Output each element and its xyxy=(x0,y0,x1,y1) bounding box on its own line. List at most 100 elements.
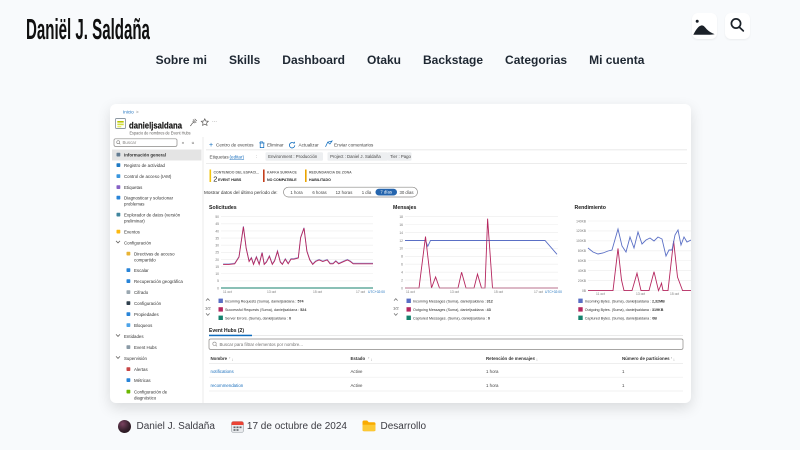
svg-text:12 horas: 12 horas xyxy=(336,190,353,195)
svg-text:Mostrar datos del último perío: Mostrar datos del último período de: xyxy=(204,190,278,195)
svg-text:30: 30 xyxy=(215,244,219,248)
svg-text:11 oct: 11 oct xyxy=(223,290,232,294)
svg-text:15 oct: 15 oct xyxy=(313,290,322,294)
svg-text:6 horas: 6 horas xyxy=(312,190,326,195)
svg-text:Eliminar: Eliminar xyxy=(267,143,284,148)
svg-text:Mensajes: Mensajes xyxy=(393,205,416,211)
svg-text:1 hora: 1 hora xyxy=(290,190,303,195)
svg-text:Buscar para filtrar elementos: Buscar para filtrar elementos por nombre… xyxy=(220,342,303,347)
svg-text:120KB: 120KB xyxy=(576,229,587,233)
svg-text:60KB: 60KB xyxy=(578,259,587,263)
svg-text:Successful Requests (Suma), da: Successful Requests (Suma), danieljsalda… xyxy=(225,308,306,312)
svg-text:17 oct: 17 oct xyxy=(534,290,543,294)
svg-text:8: 8 xyxy=(401,255,403,259)
svg-text:UTC+02:00: UTC+02:00 xyxy=(545,290,562,294)
svg-text:HABILITADO: HABILITADO xyxy=(309,178,331,182)
svg-text:Server Errors. (Suma), danielj: Server Errors. (Suma), danieljsaldana : … xyxy=(225,316,291,320)
svg-text:Active: Active xyxy=(351,383,364,388)
svg-text:preliminar): preliminar) xyxy=(124,218,145,223)
svg-text:(editar): (editar) xyxy=(230,154,245,159)
svg-text:Captured Messages. (Suma), dan: Captured Messages. (Suma), danieljsaldan… xyxy=(413,316,490,320)
svg-text:40KB: 40KB xyxy=(578,269,587,273)
svg-text:14: 14 xyxy=(399,231,403,235)
svg-text:Centro de eventos: Centro de eventos xyxy=(216,143,254,148)
svg-text:50: 50 xyxy=(215,215,219,219)
svg-text:Captured Bytes. (Suma), daniel: Captured Bytes. (Suma), danieljsaldana :… xyxy=(585,316,657,320)
svg-text:Configuración de: Configuración de xyxy=(134,389,168,394)
svg-text:Bloqueos: Bloqueos xyxy=(134,323,153,328)
svg-text:UTC+02:00: UTC+02:00 xyxy=(368,290,385,294)
svg-text:KAFKA SURFACE: KAFKA SURFACE xyxy=(267,171,297,175)
svg-text:Directivas de acceso: Directivas de acceso xyxy=(134,251,175,256)
svg-text:Registro de actividad: Registro de actividad xyxy=(124,163,166,168)
svg-text:Incoming Messages (Suma), dani: Incoming Messages (Suma), danieljsaldana… xyxy=(413,299,493,303)
svg-text:↓: ↓ xyxy=(232,358,234,362)
svg-text:Alertas: Alertas xyxy=(134,367,148,372)
svg-text:1 hora: 1 hora xyxy=(486,369,499,374)
svg-text:Inicio: Inicio xyxy=(123,110,134,115)
svg-text:recommendation: recommendation xyxy=(211,383,244,388)
svg-text:↓: ↓ xyxy=(371,358,373,362)
svg-text:Daniël J. Saldaña: Daniël J. Saldaña xyxy=(26,13,150,46)
svg-text:↓: ↓ xyxy=(673,358,675,362)
svg-text:Event Hubs: Event Hubs xyxy=(134,345,158,350)
svg-text:Entidades: Entidades xyxy=(124,334,144,339)
svg-text:CONTENIDO DEL ESPACI...: CONTENIDO DEL ESPACI... xyxy=(214,171,260,175)
svg-text:⋯: ⋯ xyxy=(212,120,217,126)
svg-text:1/2: 1/2 xyxy=(393,305,399,310)
svg-text:Configuración: Configuración xyxy=(134,301,162,306)
svg-text:Diagnosticar y solucionar: Diagnosticar y solucionar xyxy=(124,195,174,200)
svg-text:Active: Active xyxy=(351,369,364,374)
svg-text:Tier : Pago: Tier : Pago xyxy=(390,154,411,159)
svg-text:13 oct: 13 oct xyxy=(636,292,645,296)
svg-text:30 días: 30 días xyxy=(399,190,413,195)
svg-text:+: + xyxy=(209,142,213,149)
svg-text:Etiquetas: Etiquetas xyxy=(210,154,230,159)
svg-text:Actualizar: Actualizar xyxy=(299,143,320,148)
svg-text:140KB: 140KB xyxy=(576,219,587,223)
svg-text:12: 12 xyxy=(399,239,403,243)
svg-text:20: 20 xyxy=(215,258,219,262)
svg-text:compartido: compartido xyxy=(134,257,156,262)
svg-text:Etiquetas: Etiquetas xyxy=(124,185,143,190)
svg-text:1 hora: 1 hora xyxy=(486,383,499,388)
svg-text:Cifrado: Cifrado xyxy=(134,290,149,295)
svg-text:1: 1 xyxy=(622,383,625,388)
svg-text:Métricas: Métricas xyxy=(134,378,151,383)
svg-text:100KB: 100KB xyxy=(576,239,587,243)
svg-text:Estado: Estado xyxy=(351,356,366,361)
svg-text:Enviar comentarios: Enviar comentarios xyxy=(334,143,374,148)
svg-text:18: 18 xyxy=(399,215,403,219)
svg-text:NO COMPATIBLE: NO COMPATIBLE xyxy=(267,178,297,182)
svg-text:Nombre: Nombre xyxy=(211,356,228,361)
svg-text:1: 1 xyxy=(622,369,625,374)
svg-text:16: 16 xyxy=(399,223,403,227)
svg-text:80KB: 80KB xyxy=(578,249,587,253)
svg-text:13 oct: 13 oct xyxy=(450,290,459,294)
svg-text:4: 4 xyxy=(401,270,403,274)
svg-text:15: 15 xyxy=(215,265,219,269)
svg-text:10: 10 xyxy=(399,247,403,251)
svg-text:↓: ↓ xyxy=(536,358,538,362)
svg-text:Propiedades: Propiedades xyxy=(134,312,159,317)
svg-text:Información general: Información general xyxy=(124,152,166,157)
svg-text:20KB: 20KB xyxy=(578,279,587,283)
svg-text:Retención de mensajes: Retención de mensajes xyxy=(486,356,535,361)
svg-text:7 días: 7 días xyxy=(380,190,392,195)
svg-text:×: × xyxy=(182,140,185,146)
svg-text:«: « xyxy=(192,140,195,146)
svg-text:danieljsaldana: danieljsaldana xyxy=(129,121,183,131)
svg-text:Control de acceso (IAM): Control de acceso (IAM) xyxy=(124,174,172,179)
svg-text:40: 40 xyxy=(215,229,219,233)
svg-text:Event Hubs (2): Event Hubs (2) xyxy=(209,328,244,334)
svg-text:2: 2 xyxy=(213,175,217,184)
svg-text:13 oct: 13 oct xyxy=(267,290,276,294)
svg-text:Incoming Bytes. (Suma), daniel: Incoming Bytes. (Suma), danieljsaldana :… xyxy=(585,299,665,303)
svg-text:problemas: problemas xyxy=(124,201,145,206)
svg-text:EVENT HUBS: EVENT HUBS xyxy=(218,178,242,182)
svg-text:notifications: notifications xyxy=(211,369,235,374)
svg-text:35: 35 xyxy=(215,236,219,240)
svg-text:10: 10 xyxy=(215,272,219,276)
svg-text:Environment : Producción: Environment : Producción xyxy=(268,154,318,159)
svg-text:45: 45 xyxy=(215,222,219,226)
